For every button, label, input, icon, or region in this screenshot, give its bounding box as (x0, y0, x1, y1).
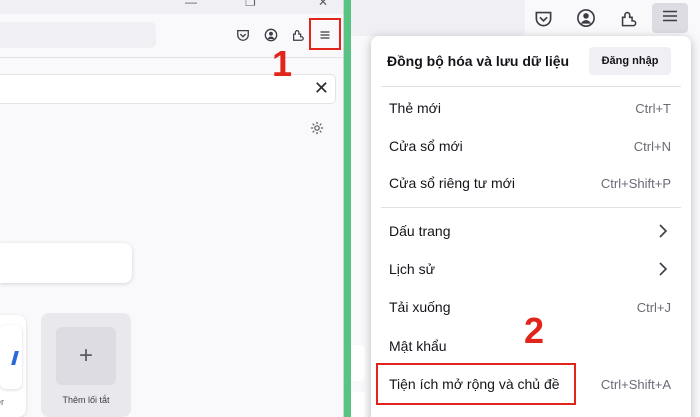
menu-item-new-tab[interactable]: Thẻ mới Ctrl+T (371, 92, 691, 124)
menu-item-new-window[interactable]: Cửa sổ mới Ctrl+N (371, 130, 691, 162)
add-shortcut-label: Thêm lối tắt (62, 395, 110, 405)
account-icon[interactable] (574, 6, 598, 30)
highlight-box-step-2 (376, 363, 576, 405)
menu-item-label: Thẻ mới (389, 100, 441, 116)
pocket-icon[interactable] (531, 6, 555, 30)
left-browser-window: — ❐ ✕ ✕ er + Thêm lối tắt 1 (0, 0, 344, 417)
menu-item-bookmarks[interactable]: Dấu trang (371, 215, 691, 247)
app-menu-panel: Đồng bộ hóa và lưu dữ liệu Đăng nhập Thẻ… (371, 36, 691, 417)
background-card (351, 392, 365, 417)
background-card (351, 345, 365, 381)
right-browser-window: Đồng bộ hóa và lưu dữ liệu Đăng nhập Thẻ… (351, 0, 700, 417)
sync-section: Đồng bộ hóa và lưu dữ liệu Đăng nhập (371, 36, 691, 86)
step-1-label: 1 (272, 43, 293, 84)
menu-item-label: Mật khẩu (389, 338, 447, 354)
close-bar-icon[interactable]: ✕ (314, 78, 329, 99)
chevron-right-icon (657, 261, 669, 277)
menu-item-label: Cửa sổ mới (389, 138, 463, 154)
menu-item-shortcut: Ctrl+Shift+A (600, 377, 671, 392)
toolbar (0, 14, 343, 58)
extensions-icon[interactable] (289, 26, 307, 44)
chevron-right-icon (657, 223, 669, 239)
add-shortcut-tile[interactable]: + Thêm lối tắt (41, 313, 131, 417)
title-bar: — ❐ ✕ (0, 0, 343, 14)
menu-item-shortcut: Ctrl+T (635, 101, 671, 116)
address-bar[interactable] (0, 22, 156, 48)
menu-divider (381, 207, 681, 208)
step-2-label: 2 (524, 310, 545, 351)
restore-icon[interactable]: ❐ (245, 0, 256, 9)
menu-item-label: Tải xuống (389, 299, 451, 315)
menu-item-history[interactable]: Lịch sử (371, 253, 691, 285)
close-window-icon[interactable]: ✕ (318, 0, 328, 9)
menu-item-label: Cửa sổ riêng tư mới (389, 175, 515, 191)
pocket-icon[interactable] (234, 26, 252, 44)
highlight-box-step-1 (309, 18, 341, 50)
menu-divider (381, 86, 681, 87)
shortcut-tile[interactable]: er (0, 315, 26, 417)
menu-item-new-private-window[interactable]: Cửa sổ riêng tư mới Ctrl+Shift+P (371, 167, 691, 199)
gear-icon[interactable] (310, 121, 324, 140)
menu-item-shortcut: Ctrl+J (636, 300, 671, 315)
new-tab-search-box[interactable] (0, 243, 132, 283)
minimize-icon[interactable]: — (185, 0, 197, 9)
window-separator (344, 0, 351, 417)
menu-item-shortcut: Ctrl+Shift+P (600, 176, 671, 191)
menu-item-shortcut: Ctrl+N (633, 139, 671, 154)
menu-item-label: Lịch sử (389, 261, 435, 277)
extensions-icon[interactable] (616, 6, 640, 30)
hamburger-menu-button[interactable] (652, 3, 688, 33)
sync-label: Đồng bộ hóa và lưu dữ liệu (387, 53, 570, 69)
login-button[interactable]: Đăng nhập (589, 47, 671, 75)
menu-item-label: Dấu trang (389, 223, 451, 239)
address-bar[interactable] (351, 0, 525, 36)
plus-icon: + (56, 327, 116, 385)
shortcut-favicon (0, 325, 22, 389)
hamburger-menu-icon (662, 8, 678, 29)
shortcut-label: er (0, 397, 5, 407)
account-icon[interactable] (262, 26, 280, 44)
